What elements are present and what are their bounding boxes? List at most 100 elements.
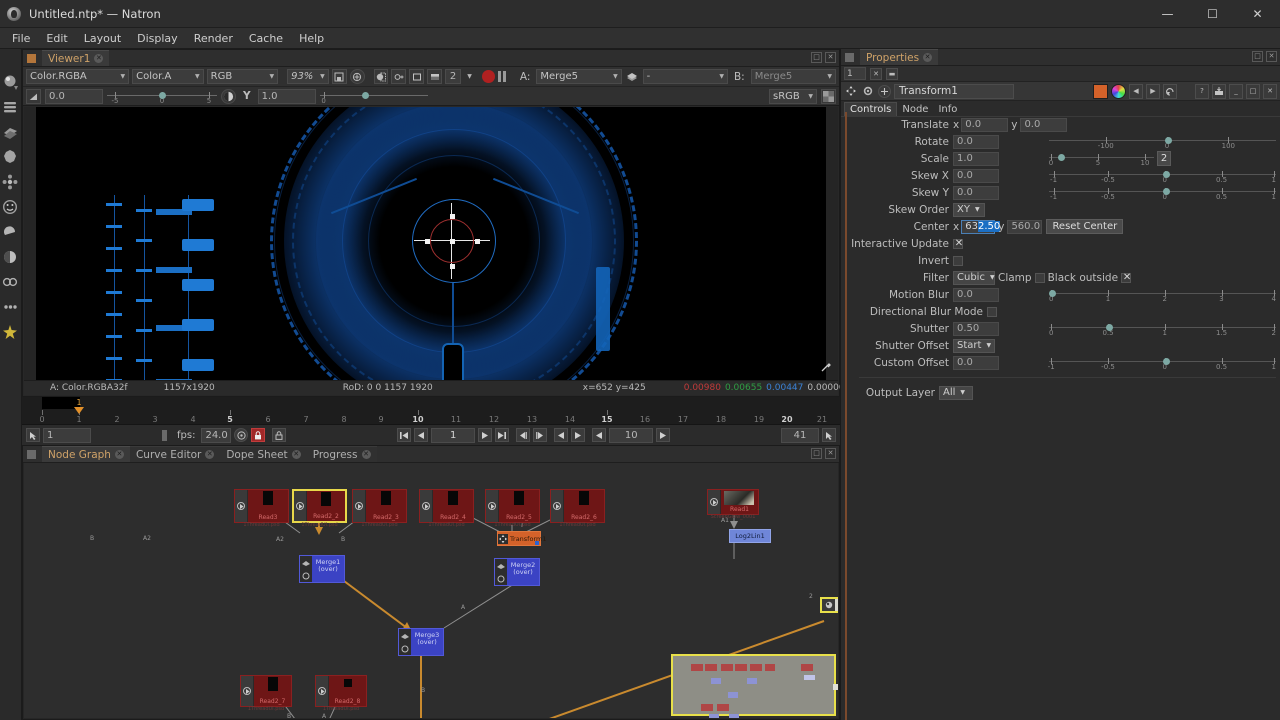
filter-nodes-icon[interactable] — [1, 198, 20, 217]
close-icon[interactable]: ✕ — [114, 450, 124, 459]
minimize-button[interactable]: — — [1145, 0, 1190, 28]
gain-icon[interactable] — [26, 88, 41, 104]
nodegraph-canvas[interactable]: B A2 A2 B A B A A B A1 2 Read3 — [24, 463, 838, 718]
operation-combo[interactable]: - ▼ — [642, 69, 728, 84]
skew-x-field[interactable]: 0.0 — [953, 168, 999, 183]
refresh-icon[interactable] — [349, 69, 365, 84]
input-a-combo[interactable]: Merge5 ▼ — [536, 69, 622, 84]
black-outside-checkbox[interactable] — [1121, 272, 1132, 283]
node-read2-3[interactable]: Read2_3 — [352, 489, 407, 523]
close-pane-icon[interactable]: ✕ — [825, 52, 836, 63]
increment-icon[interactable] — [656, 428, 671, 442]
play-backward-icon[interactable] — [554, 428, 569, 442]
go-to-last-frame-icon[interactable] — [495, 428, 510, 442]
node-read1[interactable]: Read1 — [707, 489, 759, 515]
node-input-port[interactable] — [235, 490, 248, 522]
keyer-nodes-icon[interactable] — [1, 223, 20, 242]
proxy-mode-icon[interactable] — [391, 69, 407, 84]
rotate-slider[interactable]: -100 0 100 — [1049, 133, 1276, 150]
panels-count-field[interactable]: 1 — [844, 67, 866, 80]
clip-to-project-icon[interactable] — [373, 69, 389, 84]
fit-to-view-icon[interactable] — [331, 69, 347, 84]
alpha-channel-combo[interactable]: Color.A ▼ — [132, 69, 204, 84]
transform-left-handle[interactable] — [425, 239, 430, 244]
motion-blur-field[interactable]: 0.0 — [953, 287, 999, 302]
node-log2lin1[interactable]: Log2Lin1 — [729, 529, 771, 543]
float-panel-icon[interactable]: □ — [811, 448, 822, 459]
gain-field[interactable]: 0.0 — [45, 88, 103, 104]
previous-frame-icon[interactable] — [516, 428, 531, 442]
tab-progress[interactable]: Progress ✕ — [306, 446, 377, 462]
filter-combo[interactable]: Cubic ▼ — [953, 270, 995, 285]
image-nodes-icon[interactable] — [1, 73, 20, 92]
skew-y-field[interactable]: 0.0 — [953, 185, 999, 200]
node-input-port[interactable] — [486, 490, 499, 522]
node-input-port[interactable] — [708, 490, 721, 514]
node-merge3[interactable]: Merge3 (over) — [398, 628, 444, 656]
node-read3[interactable]: Read3 — [234, 489, 289, 523]
node-read2-2[interactable]: Read2_2 — [292, 489, 347, 523]
timeline-playhead[interactable]: 1 — [74, 398, 84, 414]
tab-curve-editor[interactable]: Curve Editor ✕ — [129, 446, 221, 462]
turbo-mode-icon[interactable] — [234, 428, 249, 442]
next-frame-icon[interactable] — [533, 428, 548, 442]
node-ports[interactable] — [495, 559, 507, 585]
menu-display[interactable]: Display — [129, 30, 186, 47]
go-to-first-frame-icon[interactable] — [397, 428, 412, 442]
play-forward-small-icon[interactable] — [571, 428, 586, 442]
close-icon[interactable]: ✕ — [94, 54, 104, 63]
decrement-icon[interactable] — [592, 428, 607, 442]
translate-x-field[interactable]: 0.0 — [961, 117, 1009, 132]
tab-viewer1[interactable]: Viewer1 ✕ — [42, 50, 110, 66]
clear-all-panels-icon[interactable]: ✕ — [870, 67, 882, 80]
previous-node-button[interactable]: ◀ — [1129, 83, 1143, 99]
views-nodes-icon[interactable] — [1, 298, 20, 317]
node-transform1[interactable]: Transform1 — [497, 531, 546, 546]
transform-nodes-icon[interactable] — [1, 273, 20, 292]
node-input-port[interactable] — [353, 490, 366, 522]
help-icon[interactable]: ? — [1195, 83, 1209, 99]
node-read2-4[interactable]: Read2_4 — [419, 489, 474, 523]
node-input-port[interactable] — [551, 490, 564, 522]
timeline-lock-bounds-icon[interactable] — [272, 428, 287, 442]
layer-channels-combo[interactable]: Color.RGBA ▼ — [26, 69, 130, 84]
menu-help[interactable]: Help — [291, 30, 332, 47]
node-read2-7[interactable]: Read2_7 — [240, 675, 292, 707]
skew-y-slider[interactable]: -1 -0.5 0 0.5 1 — [1049, 184, 1276, 201]
transform-bottom-handle[interactable] — [450, 264, 455, 269]
node-mask-port[interactable] — [495, 559, 507, 572]
color-wheel-icon[interactable] — [1111, 83, 1126, 99]
node-input-port[interactable] — [294, 491, 307, 521]
color-nodes-icon[interactable] — [1, 173, 20, 192]
timeline-select-icon[interactable] — [26, 428, 40, 442]
rotate-field[interactable]: 0.0 — [953, 134, 999, 149]
shutter-slider[interactable]: 0 0.5 1 1.5 2 — [1049, 320, 1276, 337]
gamma-slider[interactable]: 0 — [319, 89, 428, 105]
center-x-field[interactable]: 63 2.50 — [961, 219, 1001, 234]
node-name-field[interactable]: Transform1 — [894, 83, 1014, 99]
full-frame-icon[interactable] — [427, 69, 443, 84]
previous-keyframe-icon[interactable] — [414, 428, 429, 442]
node-merge1[interactable]: Merge1 (over) — [299, 555, 345, 583]
float-panel-icon[interactable] — [1212, 83, 1226, 99]
node-input-port[interactable] — [241, 676, 254, 706]
other-nodes-icon[interactable] — [1, 323, 20, 342]
menu-cache[interactable]: Cache — [241, 30, 291, 47]
transform-center-handle[interactable] — [450, 239, 455, 244]
node-ports[interactable] — [399, 629, 411, 655]
display-channels-combo[interactable]: RGB ▼ — [206, 69, 279, 84]
gamma-field[interactable]: 1.0 — [257, 88, 316, 104]
output-layer-combo[interactable]: All ▼ — [939, 385, 973, 400]
layers-icon[interactable] — [625, 69, 640, 84]
pane-grip-icon[interactable] — [845, 52, 854, 62]
node-input-port[interactable] — [822, 599, 835, 611]
interactive-update-checkbox[interactable] — [953, 238, 964, 249]
lock-icon[interactable] — [251, 428, 266, 442]
navigator-minimap[interactable] — [671, 654, 838, 718]
skew-order-combo[interactable]: XY ▼ — [953, 202, 985, 217]
pause-icon[interactable] — [497, 71, 506, 82]
timeline-ruler[interactable]: 0 1 2 3 4 5 6 7 8 9 10 11 12 13 14 15 16… — [22, 397, 840, 424]
tab-dope-sheet[interactable]: Dope Sheet ✕ — [220, 446, 307, 462]
reset-center-button[interactable]: Reset Center — [1046, 219, 1124, 234]
node-color-swatch[interactable] — [1093, 83, 1108, 99]
